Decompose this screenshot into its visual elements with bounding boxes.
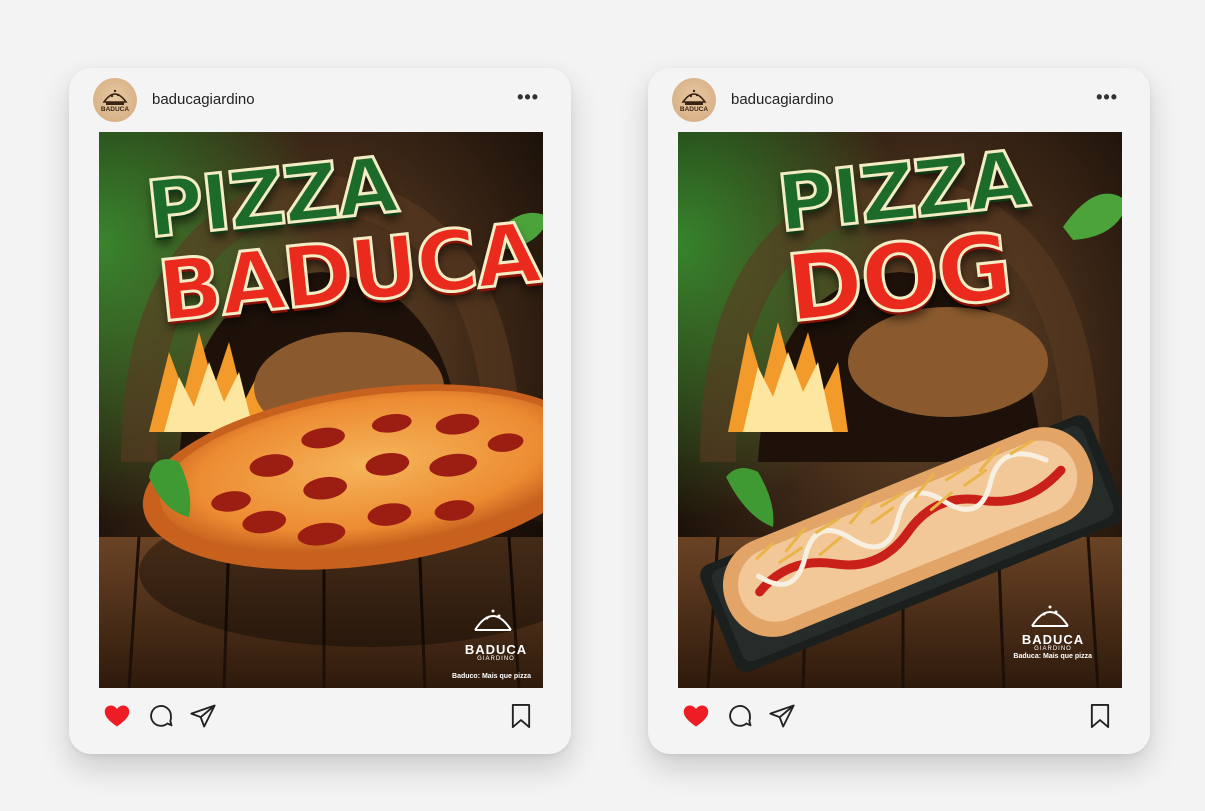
bookmark-icon[interactable] bbox=[507, 702, 537, 732]
brand-watermark: BADUCA GIARDINO bbox=[461, 643, 531, 662]
instagram-post-card: BADUCA baducagiardino ••• bbox=[648, 68, 1150, 754]
post-header: BADUCA baducagiardino ••• bbox=[93, 78, 547, 122]
username[interactable]: baducagiardino bbox=[731, 91, 834, 108]
brand-logo-icon: BADUCA bbox=[680, 89, 708, 113]
more-options-icon[interactable]: ••• bbox=[517, 87, 539, 108]
brand-tagline: Baduca: Mais que pizza bbox=[1013, 653, 1092, 660]
bookmark-icon[interactable] bbox=[1086, 702, 1116, 732]
svg-text:BADUCA: BADUCA bbox=[101, 106, 129, 113]
post-image[interactable]: PIZZA BADUCA BADUCA GIARDINO Baduco: Mai… bbox=[99, 132, 543, 688]
heart-icon[interactable] bbox=[103, 702, 133, 732]
brand-logo-icon: BADUCA bbox=[101, 89, 129, 113]
avatar[interactable]: BADUCA bbox=[93, 78, 137, 122]
brand-tagline: Baduco: Mais que pizza bbox=[452, 673, 531, 680]
comment-icon[interactable] bbox=[726, 702, 756, 732]
paper-plane-icon[interactable] bbox=[768, 702, 798, 732]
heart-icon[interactable] bbox=[682, 702, 712, 732]
more-options-icon[interactable]: ••• bbox=[1096, 87, 1118, 108]
paper-plane-icon[interactable] bbox=[189, 702, 219, 732]
instagram-post-card: BADUCA baducagiardino ••• bbox=[69, 68, 571, 754]
brand-name: BADUCA bbox=[464, 642, 528, 657]
comment-icon[interactable] bbox=[147, 702, 177, 732]
brand-name: BADUCA bbox=[1021, 632, 1085, 647]
username[interactable]: baducagiardino bbox=[152, 91, 255, 108]
brand-watermark: BADUCA GIARDINO bbox=[1018, 633, 1088, 652]
post-actions-bar bbox=[682, 702, 1116, 732]
post-title-line2: DOG bbox=[780, 212, 1017, 345]
avatar[interactable]: BADUCA bbox=[672, 78, 716, 122]
svg-text:BADUCA: BADUCA bbox=[680, 106, 708, 113]
post-image[interactable]: PIZZA DOG BADUCA GIARDINO Baduca: Mais q… bbox=[678, 132, 1122, 688]
post-actions-bar bbox=[103, 702, 537, 732]
post-header: BADUCA baducagiardino ••• bbox=[672, 78, 1126, 122]
